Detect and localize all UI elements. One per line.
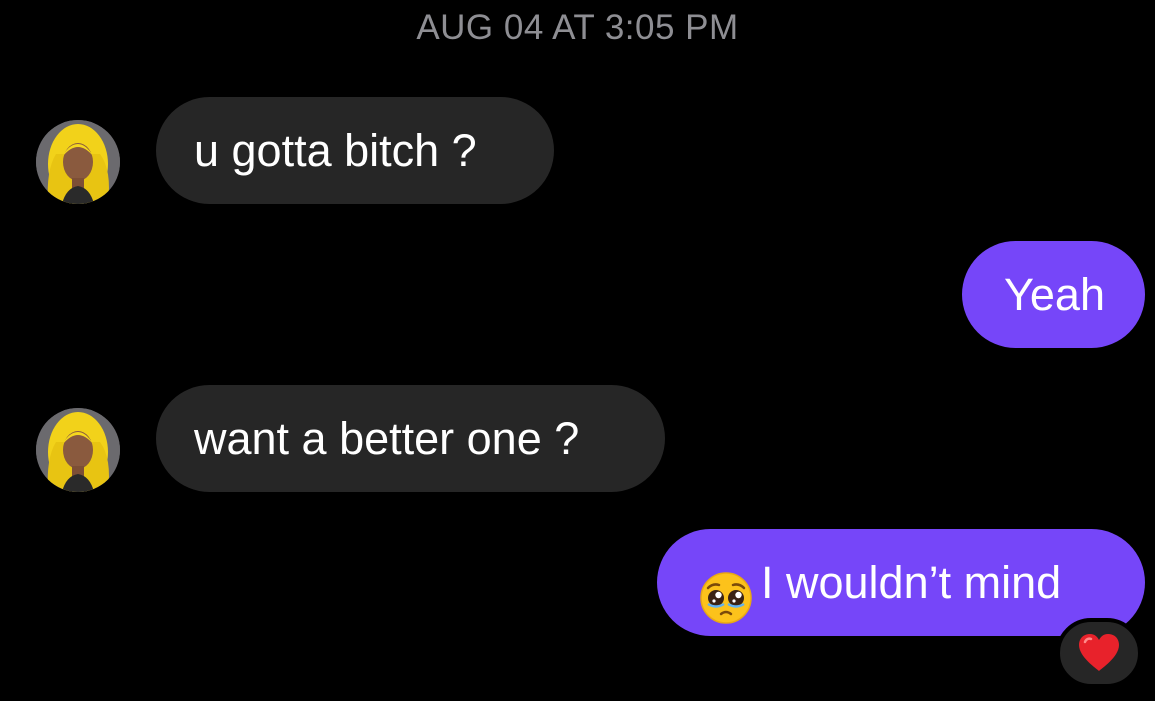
message-text: Yeah [1004,269,1105,320]
message-text: want a better one ? [194,413,580,464]
message-bubble[interactable]: Yeah [962,241,1145,348]
pleading-face-emoji-icon [699,556,753,624]
avatar-photo [36,120,120,204]
avatar-photo [36,408,120,492]
message-bubble[interactable]: u gotta bitch ? [156,97,554,204]
message-text: I wouldn’t mind [761,557,1062,608]
message-bubble[interactable]: want a better one ? [156,385,665,492]
message-bubble[interactable]: I wouldn’t mind [657,529,1145,636]
reaction-badge[interactable] [1056,618,1142,688]
message-timestamp: AUG 04 AT 3:05 PM [416,8,739,47]
sender-avatar[interactable] [36,120,120,204]
chat-screen: AUG 04 AT 3:05 PM u gotta bitch ? Yeah w… [0,0,1155,701]
red-heart-icon [1079,634,1119,671]
sender-avatar[interactable] [36,408,120,492]
message-text: u gotta bitch ? [194,125,477,176]
